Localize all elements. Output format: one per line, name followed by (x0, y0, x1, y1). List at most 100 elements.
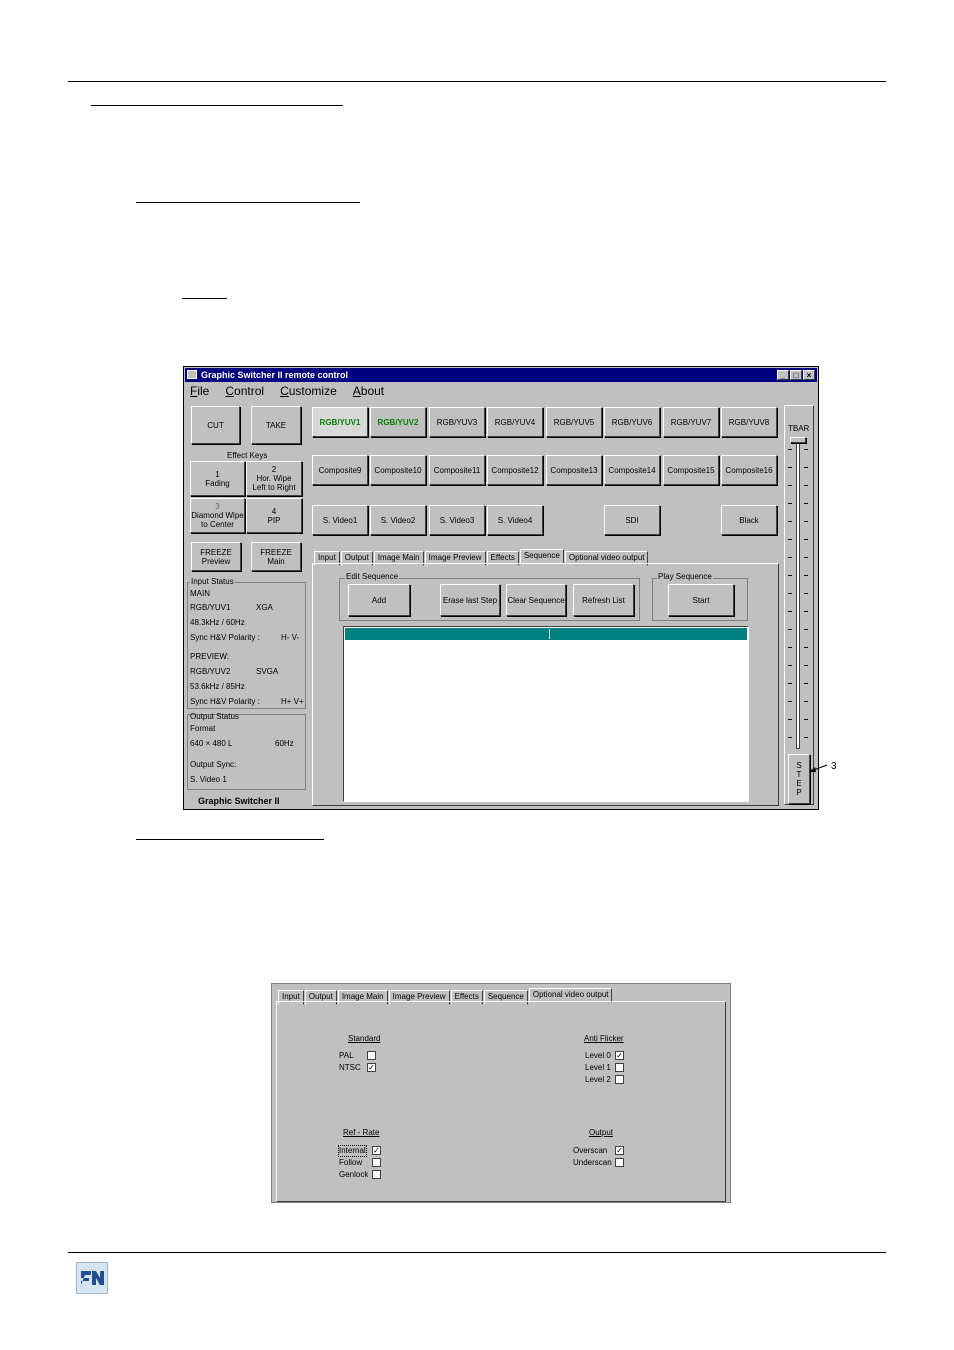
level2-label: Level 2 (585, 1075, 611, 1084)
effect-diamond-wipe-button[interactable]: 3 Diamond Wipe to Center (190, 498, 245, 533)
output-sync-value: S. Video 1 (190, 775, 227, 784)
tbar-tick (804, 629, 808, 630)
header-rule (68, 81, 886, 82)
tbar-tick (788, 611, 792, 612)
subsection-underline-2 (136, 839, 324, 840)
input-composite13-button[interactable]: Composite13 (546, 455, 602, 485)
input-composite11-button[interactable]: Composite11 (429, 455, 485, 485)
input-sdi-button[interactable]: SDI (604, 505, 660, 535)
tbar-tick (788, 521, 792, 522)
input-svideo3-button[interactable]: S. Video3 (429, 505, 485, 535)
output-format: 640 × 480 L (190, 739, 233, 748)
input-rgb-yuv1-button[interactable]: RGB/YUV1 (312, 407, 368, 437)
tbar-slider-handle[interactable] (790, 437, 806, 443)
input-composite14-button[interactable]: Composite14 (604, 455, 660, 485)
minimize-icon[interactable]: _ (777, 370, 789, 380)
effect-keys-label: Effect Keys (227, 451, 268, 460)
tbar-track (796, 439, 800, 749)
input-composite16-button[interactable]: Composite16 (721, 455, 777, 485)
remote-control-window: Graphic Switcher II remote control _ □ ×… (183, 366, 819, 810)
input-composite15-button[interactable]: Composite15 (663, 455, 719, 485)
freeze-preview-label: FREEZE Preview (200, 547, 232, 566)
cut-button[interactable]: CUT (191, 406, 240, 444)
input-composite10-button[interactable]: Composite10 (370, 455, 426, 485)
level0-label: Level 0 (585, 1051, 611, 1060)
tbar-tick (804, 539, 808, 540)
main-format: XGA (256, 603, 273, 612)
tab-sequence[interactable]: Sequence (519, 549, 564, 564)
input-rgb-yuv3-button[interactable]: RGB/YUV3 (429, 407, 485, 437)
input-rgb-yuv7-button[interactable]: RGB/YUV7 (663, 407, 719, 437)
input-rgb-yuv4-button[interactable]: RGB/YUV4 (487, 407, 543, 437)
ntsc-checkbox[interactable]: ✓ (367, 1063, 376, 1072)
tbar-label: TBAR (788, 424, 810, 433)
freeze-main-button[interactable]: FREEZE Main (251, 542, 301, 571)
tbar-tick (788, 467, 792, 468)
refresh-list-button[interactable]: Refresh List (573, 584, 634, 616)
tbar-tick (804, 701, 808, 702)
clear-sequence-button[interactable]: Clear Sequence (506, 584, 566, 616)
effect-hor-wipe-button[interactable]: 2 Hor. Wipe Left to Right (246, 461, 302, 496)
level1-checkbox[interactable] (615, 1063, 624, 1072)
level2-checkbox[interactable] (615, 1075, 624, 1084)
input-svideo1-button[interactable]: S. Video1 (312, 505, 368, 535)
effect-pip-button[interactable]: 4 PIP (246, 498, 302, 533)
overscan-label: Overscan (573, 1146, 608, 1155)
tbar-tick (788, 449, 792, 450)
tbar-tick (804, 449, 808, 450)
pal-checkbox[interactable] (367, 1051, 376, 1060)
preview-sync-value: H+ V+ (281, 697, 304, 706)
level1-label: Level 1 (585, 1063, 611, 1072)
menu-bar: File Control Customize About (190, 384, 384, 400)
title-bar: Graphic Switcher II remote control _ □ × (185, 368, 817, 382)
input-svideo4-button[interactable]: S. Video4 (487, 505, 543, 535)
menu-customize[interactable]: Customize (280, 384, 337, 400)
overscan-checkbox[interactable]: ✓ (615, 1146, 624, 1155)
tbar-tick (804, 467, 808, 468)
input-composite9-button[interactable]: Composite9 (312, 455, 368, 485)
input-black-button[interactable]: Black (721, 505, 777, 535)
erase-last-step-button[interactable]: Erase last Step (440, 584, 500, 616)
underscan-label: Underscan (573, 1158, 612, 1167)
effect-num: 1 (215, 469, 220, 479)
input-rgb-yuv6-button[interactable]: RGB/YUV6 (604, 407, 660, 437)
tbar-tick (788, 575, 792, 576)
main-sync-value: H- V- (281, 633, 300, 642)
logo-mark-icon (81, 1271, 104, 1285)
input-status-title: Input Status (190, 577, 235, 586)
start-sequence-button[interactable]: Start (668, 584, 734, 616)
tbar-tick (788, 665, 792, 666)
menu-file[interactable]: File (190, 384, 209, 400)
underscan-checkbox[interactable] (615, 1158, 624, 1167)
anti-flicker-header: Anti Flicker (584, 1034, 624, 1043)
follow-checkbox[interactable] (372, 1158, 381, 1167)
level0-checkbox[interactable]: ✓ (615, 1051, 624, 1060)
input-rgb-yuv2-button[interactable]: RGB/YUV2 (370, 407, 426, 437)
preview-label: PREVIEW: (190, 652, 229, 661)
internal-checkbox[interactable]: ✓ (372, 1146, 381, 1155)
preview-source: RGB/YUV2 (190, 667, 231, 676)
genlock-checkbox[interactable] (372, 1170, 381, 1179)
input-rgb-yuv8-button[interactable]: RGB/YUV8 (721, 407, 777, 437)
freeze-preview-button[interactable]: FREEZE Preview (191, 542, 241, 571)
menu-about[interactable]: About (353, 384, 384, 400)
sequence-list-header (345, 628, 747, 640)
input-composite12-button[interactable]: Composite12 (487, 455, 543, 485)
take-button[interactable]: TAKE (251, 406, 301, 444)
window-title: Graphic Switcher II remote control (201, 370, 349, 380)
input-svideo2-button[interactable]: S. Video2 (370, 505, 426, 535)
status-footer: Graphic Switcher II (198, 796, 280, 806)
effect-fading-button[interactable]: 1 Fading (190, 461, 245, 496)
menu-control[interactable]: Control (225, 384, 264, 400)
maximize-icon[interactable]: □ (790, 370, 802, 380)
standard-header: Standard (348, 1034, 381, 1043)
close-icon[interactable]: × (803, 370, 815, 380)
pal-label: PAL (339, 1051, 354, 1060)
output-rate: 60Hz (275, 739, 294, 748)
add-step-button[interactable]: Add (348, 584, 410, 616)
main-label: MAIN (190, 589, 210, 598)
sequence-list[interactable] (343, 626, 749, 802)
company-logo (76, 1262, 108, 1294)
input-rgb-yuv5-button[interactable]: RGB/YUV5 (546, 407, 602, 437)
output-header: Output (589, 1128, 614, 1137)
